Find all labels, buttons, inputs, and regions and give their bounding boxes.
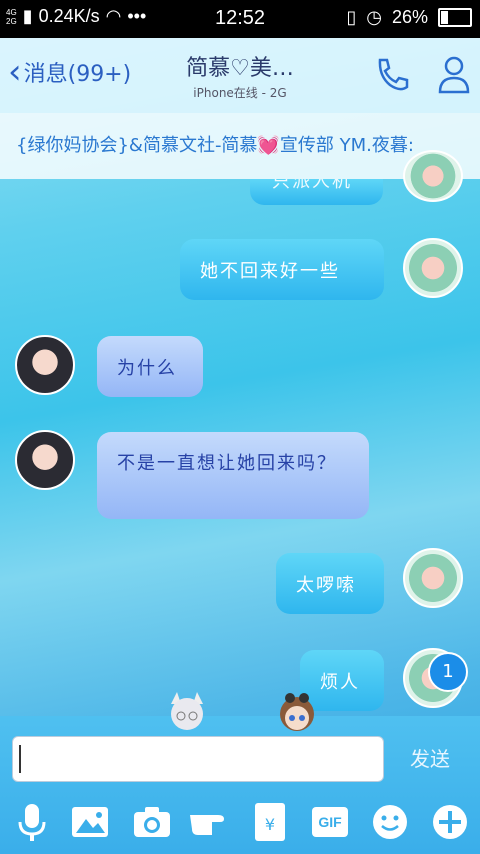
plus-icon <box>433 805 467 839</box>
red-packet-button[interactable]: ¥ <box>248 800 292 844</box>
vibrate-icon: ▯ <box>346 7 357 27</box>
avatar[interactable] <box>403 150 463 202</box>
message-text: 为什么 <box>117 358 177 379</box>
voice-button[interactable] <box>10 800 54 844</box>
message-text: 烦人 <box>320 672 360 693</box>
avatar[interactable] <box>403 548 463 608</box>
camera-icon <box>134 807 170 837</box>
status-bar: 4G 2G ▮ 0.24K/s ◠ ••• 12:52 ▯ ◷ 26% <box>0 0 480 38</box>
chibi-goggles-decoration <box>274 688 320 734</box>
phone-icon <box>378 58 409 91</box>
gif-icon: GIF <box>312 807 348 837</box>
poke-icon <box>190 815 224 835</box>
avatar[interactable] <box>15 430 75 490</box>
chat-header: ‹ 消息(99+) 简慕♡美… iPhone在线 - 2G <box>0 38 480 113</box>
message-bubble[interactable]: 她不回来好一些 <box>180 239 384 300</box>
text-caret <box>19 745 21 773</box>
phone-call-button[interactable] <box>370 52 414 96</box>
message-text: 她不回来好一些 <box>200 261 340 282</box>
avatar[interactable] <box>15 335 75 395</box>
image-icon <box>72 807 108 837</box>
message-text: 不是一直想让她回来吗？ <box>117 453 337 474</box>
person-icon <box>438 56 470 94</box>
more-button[interactable] <box>428 800 472 844</box>
send-button[interactable]: 发送 <box>390 736 470 782</box>
message-bubble[interactable]: 为什么 <box>97 336 203 397</box>
red-packet-symbol: ¥ <box>264 815 276 834</box>
message-text: 太啰嗦 <box>296 575 356 596</box>
message-input[interactable] <box>12 736 384 782</box>
camera-button[interactable] <box>130 800 174 844</box>
input-toolbar: ¥ GIF <box>0 800 480 848</box>
unread-badge[interactable]: 1 <box>428 652 468 692</box>
chibi-cat-decoration <box>165 690 209 734</box>
message-bubble[interactable]: 太啰嗦 <box>276 553 384 614</box>
emoji-icon <box>373 805 407 839</box>
profile-button[interactable] <box>432 52 476 96</box>
photo-button[interactable] <box>68 800 112 844</box>
red-packet-icon: ¥ <box>255 803 285 841</box>
battery-icon <box>438 8 472 27</box>
battery-percent: 26% <box>391 7 428 27</box>
message-text: 只派人机 <box>272 179 352 192</box>
mic-icon <box>18 804 46 841</box>
gif-button[interactable]: GIF <box>308 800 352 844</box>
message-bubble[interactable]: 只派人机 <box>250 179 383 205</box>
avatar[interactable] <box>403 238 463 298</box>
emoji-button[interactable] <box>368 800 412 844</box>
gif-label: GIF <box>318 814 342 830</box>
poke-button[interactable] <box>188 800 232 844</box>
alarm-icon: ◷ <box>366 7 382 27</box>
message-bubble[interactable]: 不是一直想让她回来吗？ <box>97 432 369 519</box>
